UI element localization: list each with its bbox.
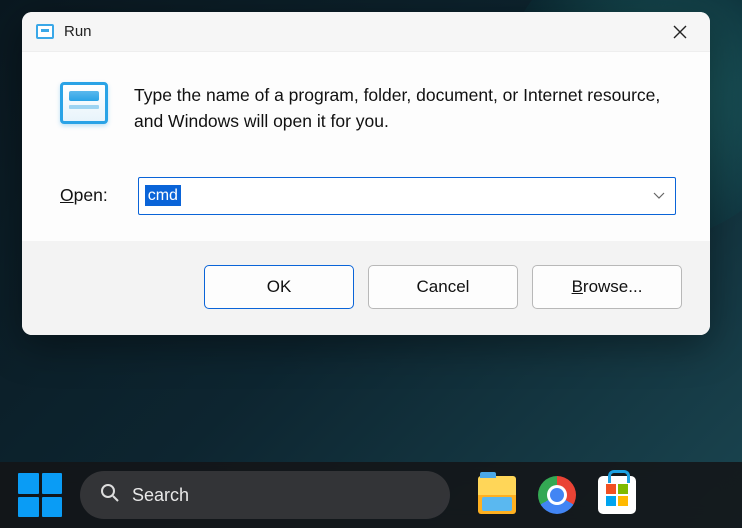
ok-button[interactable]: OK [204, 265, 354, 309]
description-row: Type the name of a program, folder, docu… [60, 82, 676, 135]
taskbar-icons [478, 476, 636, 514]
file-explorer-icon[interactable] [478, 476, 516, 514]
cancel-button[interactable]: Cancel [368, 265, 518, 309]
store-logo-grid [606, 484, 628, 506]
windows-logo-q1 [18, 473, 39, 494]
chrome-icon[interactable] [538, 476, 576, 514]
open-label: Open: [60, 185, 108, 206]
windows-logo-q2 [42, 473, 63, 494]
close-icon [673, 25, 687, 39]
browse-button[interactable]: Browse... [532, 265, 682, 309]
close-button[interactable] [668, 20, 692, 44]
run-dialog: Run Type the name of a program, folder, … [22, 12, 710, 335]
title-left: Run [36, 23, 92, 40]
open-input-value: cmd [145, 185, 181, 206]
button-area: OK Cancel Browse... [22, 241, 710, 335]
taskbar: Search [0, 462, 742, 528]
open-combobox[interactable]: cmd [138, 177, 676, 215]
chevron-down-icon[interactable] [653, 187, 665, 205]
titlebar: Run [22, 12, 710, 52]
taskbar-search[interactable]: Search [80, 471, 450, 519]
dialog-title: Run [64, 23, 92, 40]
search-icon [100, 483, 120, 508]
windows-logo-q4 [42, 497, 63, 518]
start-button[interactable] [18, 473, 62, 517]
microsoft-store-icon[interactable] [598, 476, 636, 514]
dialog-description: Type the name of a program, folder, docu… [134, 82, 676, 135]
run-icon-large [60, 82, 108, 124]
run-icon [36, 24, 54, 39]
windows-logo-q3 [18, 497, 39, 518]
open-row: Open: cmd [60, 177, 676, 215]
dialog-body: Type the name of a program, folder, docu… [22, 52, 710, 241]
search-placeholder: Search [132, 485, 189, 506]
